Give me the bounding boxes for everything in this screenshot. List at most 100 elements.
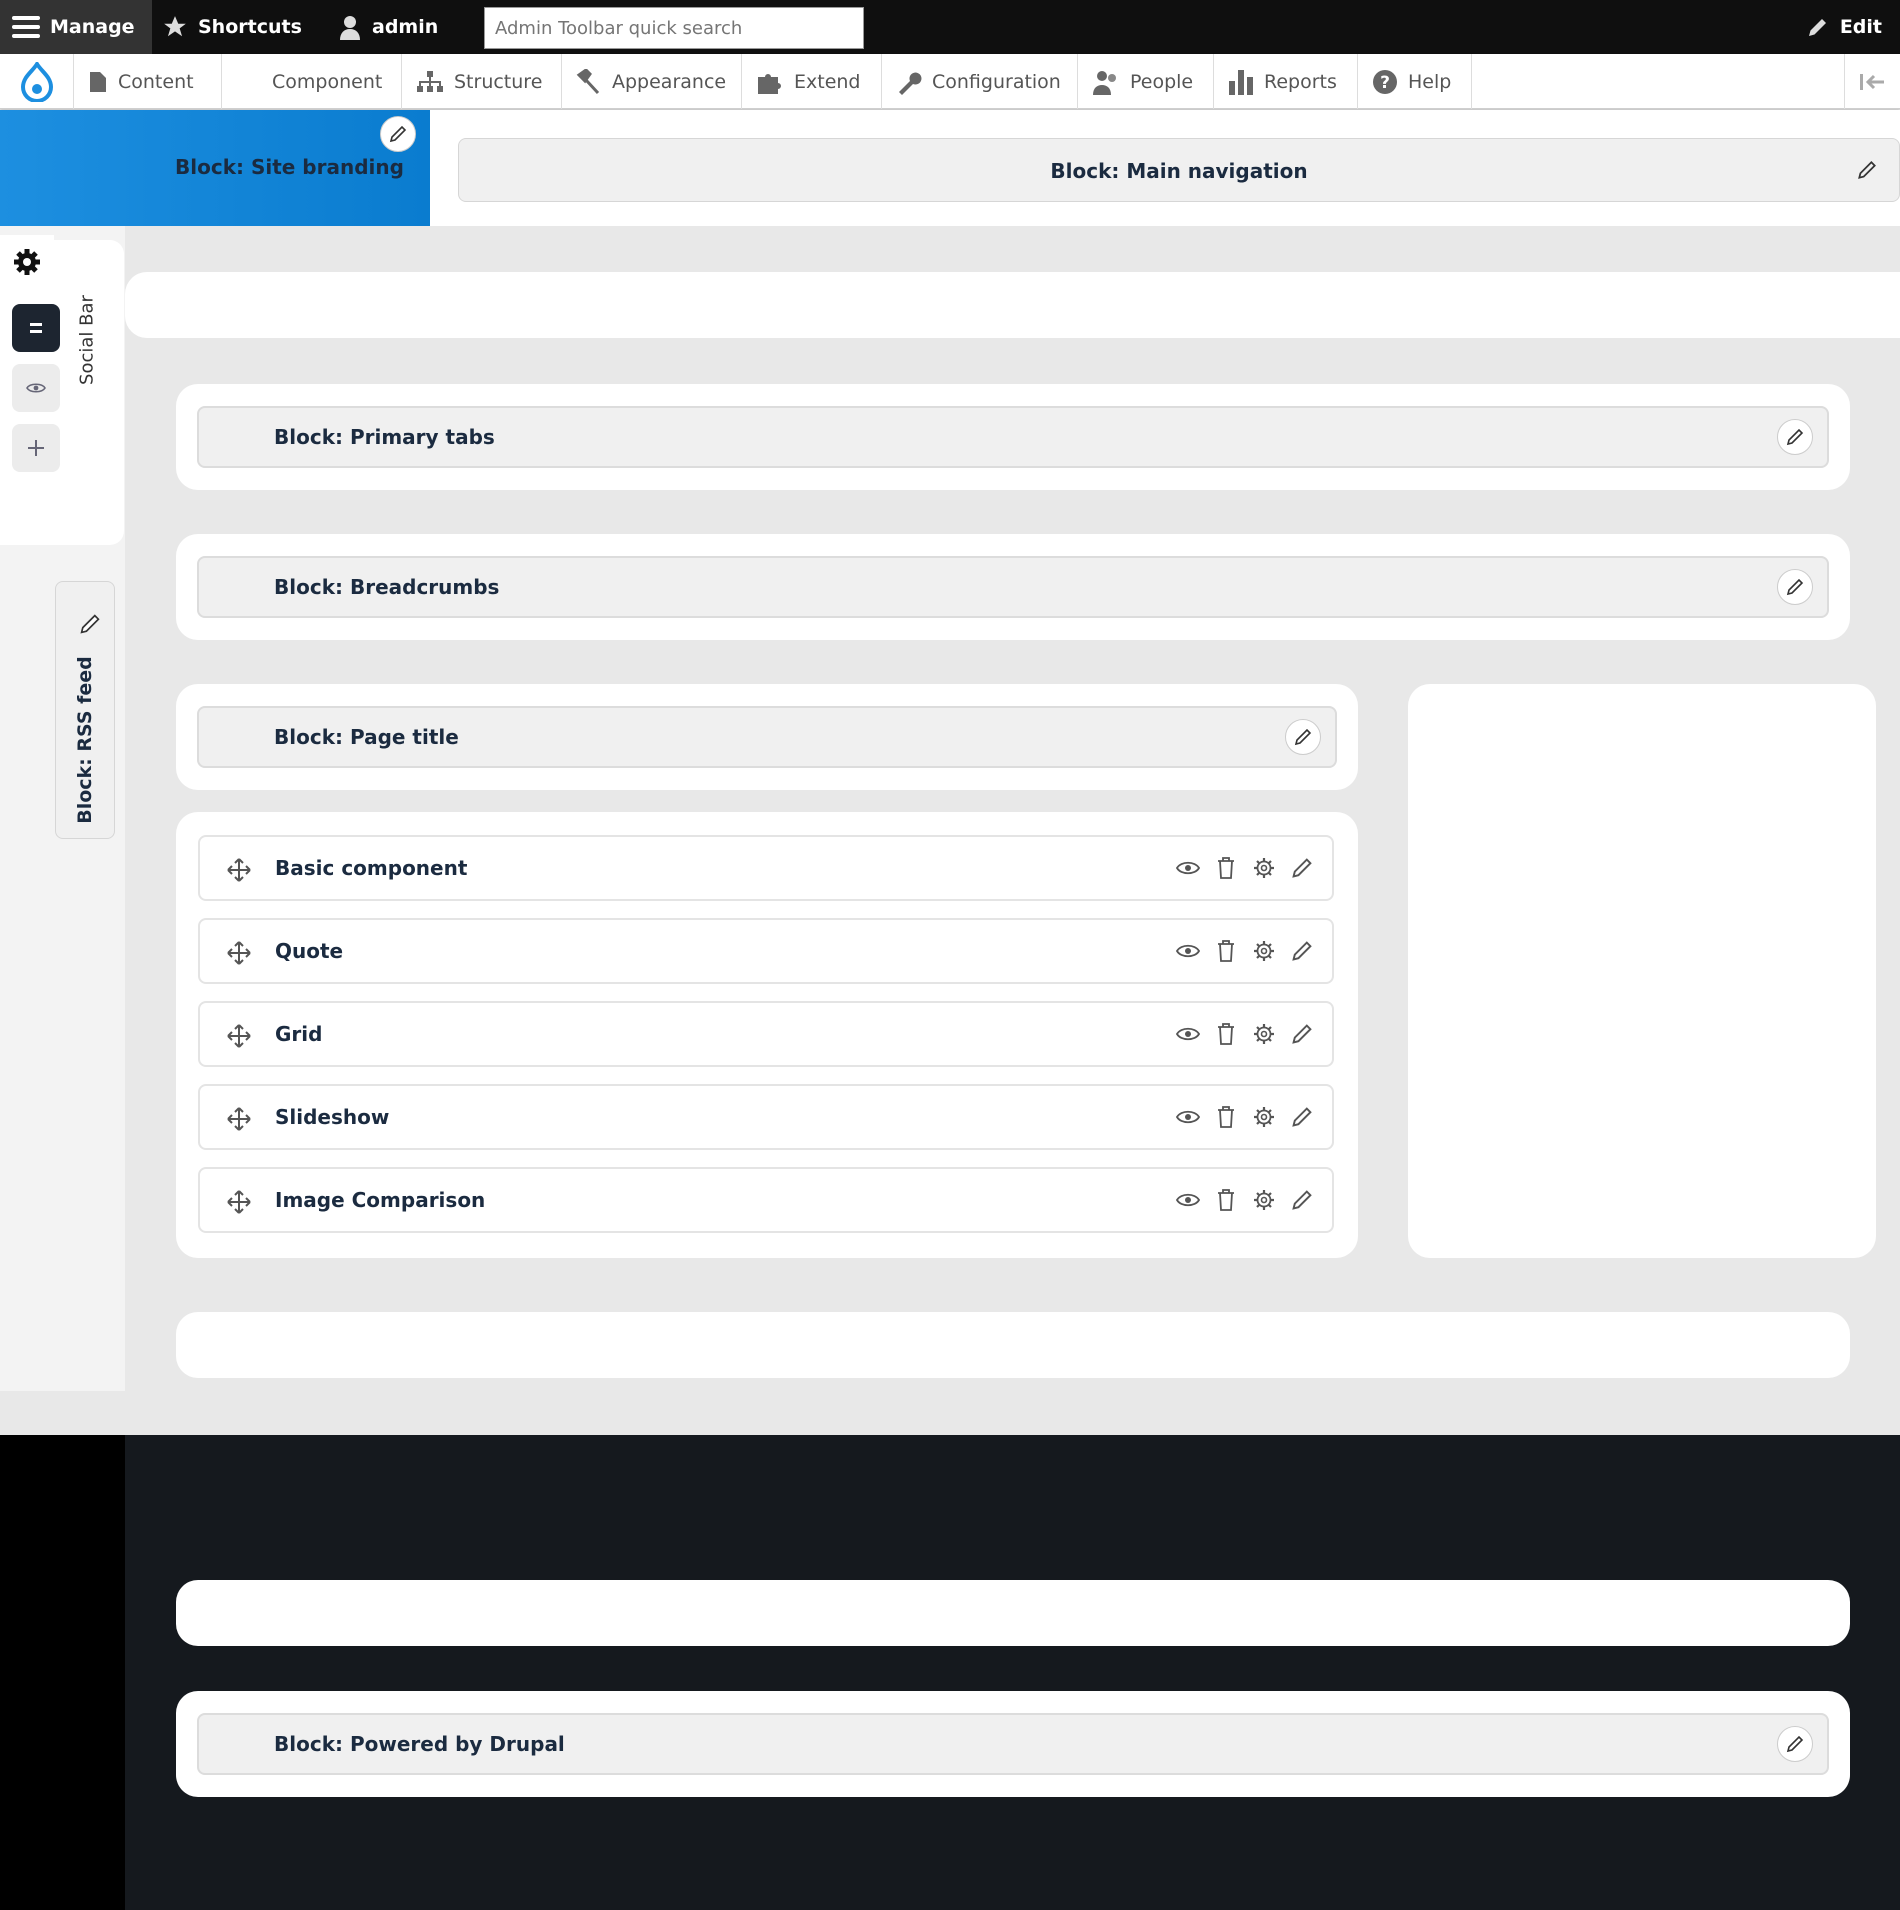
tray-item-label: Reports: [1264, 70, 1337, 93]
component-label: Grid: [275, 1022, 323, 1046]
tray-item-configuration[interactable]: Configuration: [882, 54, 1078, 109]
svg-text:?: ?: [1380, 73, 1390, 93]
gear-icon[interactable]: [1252, 1021, 1276, 1047]
hamburger-icon: [12, 16, 40, 38]
component-row-image-comparison[interactable]: Image Comparison: [198, 1167, 1334, 1233]
component-row-grid[interactable]: Grid: [198, 1001, 1334, 1067]
layout-button[interactable]: [12, 304, 60, 352]
eye-icon: [26, 383, 46, 393]
footer-top-region: [176, 1580, 1850, 1646]
pencil-icon[interactable]: [380, 116, 416, 152]
site-branding-block[interactable]: Block: Site branding: [0, 110, 430, 226]
trash-icon[interactable]: [1214, 1187, 1238, 1213]
edit-button[interactable]: Edit: [1806, 0, 1882, 54]
edit-label: Edit: [1839, 16, 1882, 38]
pencil-icon[interactable]: [1290, 1021, 1314, 1047]
pencil-icon[interactable]: [78, 612, 102, 640]
move-icon[interactable]: [226, 1023, 252, 1053]
move-icon[interactable]: [226, 1189, 252, 1219]
gear-icon[interactable]: [0, 235, 54, 289]
pencil-icon[interactable]: [1290, 855, 1314, 881]
preview-button[interactable]: [12, 364, 60, 412]
trash-icon[interactable]: [1214, 1104, 1238, 1130]
collapse-tray-icon[interactable]: [1844, 54, 1900, 109]
gear-icon[interactable]: [1252, 938, 1276, 964]
primary-tabs-block[interactable]: Block: Primary tabs: [197, 406, 1829, 468]
manage-tab[interactable]: Manage: [0, 0, 152, 54]
rss-feed-label-wrap: Block: RSS feed: [56, 642, 114, 838]
tray-item-people[interactable]: People: [1078, 54, 1214, 109]
component-actions: [1176, 1021, 1314, 1047]
header-region: Block: Site branding Block: Main navigat…: [0, 110, 1900, 226]
wrench-icon: [899, 72, 922, 95]
eye-icon[interactable]: [1176, 1187, 1200, 1213]
pencil-icon[interactable]: [1849, 152, 1885, 188]
tray-item-appearance[interactable]: Appearance: [562, 54, 742, 109]
trash-icon[interactable]: [1214, 938, 1238, 964]
gear-icon[interactable]: [1252, 1104, 1276, 1130]
breadcrumbs-region: Block: Breadcrumbs: [176, 534, 1850, 640]
user-tab[interactable]: admin: [338, 0, 438, 54]
tray-item-label: Help: [1408, 70, 1452, 93]
empty-region: [125, 272, 1900, 338]
trash-icon[interactable]: [1214, 1021, 1238, 1047]
eye-icon[interactable]: [1176, 1104, 1200, 1130]
pencil-icon[interactable]: [1777, 419, 1813, 455]
shortcuts-tab[interactable]: Shortcuts: [162, 0, 302, 54]
toolbar-search-input[interactable]: [484, 7, 864, 49]
pencil-icon[interactable]: [1290, 1104, 1314, 1130]
pencil-icon[interactable]: [1777, 569, 1813, 605]
star-icon: [162, 14, 188, 40]
tray-item-help[interactable]: ? Help: [1358, 54, 1472, 109]
page-title-label: Block: Page title: [274, 725, 459, 749]
powered-by-drupal-block[interactable]: Block: Powered by Drupal: [197, 1713, 1829, 1775]
pencil-icon[interactable]: [1290, 1187, 1314, 1213]
eye-icon[interactable]: [1176, 938, 1200, 964]
move-icon[interactable]: [226, 1106, 252, 1136]
tray-item-extend[interactable]: Extend: [742, 54, 882, 109]
trash-icon[interactable]: [1214, 855, 1238, 881]
component-label: Quote: [275, 939, 344, 963]
component-actions: [1176, 1187, 1314, 1213]
people-icon: [1093, 70, 1116, 95]
plus-icon: [28, 440, 44, 456]
tray-item-structure[interactable]: Structure: [402, 54, 562, 109]
user-icon: [338, 14, 362, 40]
equals-icon: [30, 323, 42, 333]
tray-item-reports[interactable]: Reports: [1214, 54, 1358, 109]
breadcrumbs-block[interactable]: Block: Breadcrumbs: [197, 556, 1829, 618]
content-bottom-region: [176, 1312, 1850, 1378]
pencil-icon: [1806, 15, 1830, 39]
question-icon: ?: [1373, 69, 1397, 94]
admin-toolbar: Manage Shortcuts admin Edit: [0, 0, 1900, 54]
social-bar-region-label: Social Bar: [72, 290, 102, 390]
pencil-icon[interactable]: [1290, 938, 1314, 964]
gear-icon[interactable]: [1252, 1187, 1276, 1213]
component-actions: [1176, 855, 1314, 881]
pencil-icon[interactable]: [1285, 719, 1321, 755]
pencil-icon[interactable]: [1777, 1726, 1813, 1762]
tray-item-content[interactable]: Content: [74, 54, 222, 109]
admin-tray: Content Component Structure Appearance E…: [0, 54, 1900, 109]
main-navigation-block[interactable]: Block: Main navigation: [458, 138, 1900, 202]
component-label: Slideshow: [275, 1105, 390, 1129]
move-icon[interactable]: [226, 940, 252, 970]
component-row-basic[interactable]: Basic component: [198, 835, 1334, 901]
primary-tabs-label: Block: Primary tabs: [274, 425, 495, 449]
add-button[interactable]: [12, 424, 60, 472]
rss-feed-block[interactable]: Block: RSS feed: [55, 581, 115, 839]
component-label: Image Comparison: [275, 1188, 486, 1212]
drupal-logo-icon[interactable]: [0, 54, 74, 109]
tray-item-component[interactable]: Component: [222, 54, 402, 109]
gear-icon[interactable]: [1252, 855, 1276, 881]
footer-bottom-region: Block: Powered by Drupal: [176, 1691, 1850, 1797]
puzzle-icon: [758, 73, 781, 94]
region-panel: Social Bar: [0, 235, 124, 545]
move-icon[interactable]: [226, 857, 252, 887]
tray-item-label: Structure: [454, 70, 543, 93]
eye-icon[interactable]: [1176, 855, 1200, 881]
eye-icon[interactable]: [1176, 1021, 1200, 1047]
component-row-quote[interactable]: Quote: [198, 918, 1334, 984]
component-row-slideshow[interactable]: Slideshow: [198, 1084, 1334, 1150]
page-title-block[interactable]: Block: Page title: [197, 706, 1337, 768]
